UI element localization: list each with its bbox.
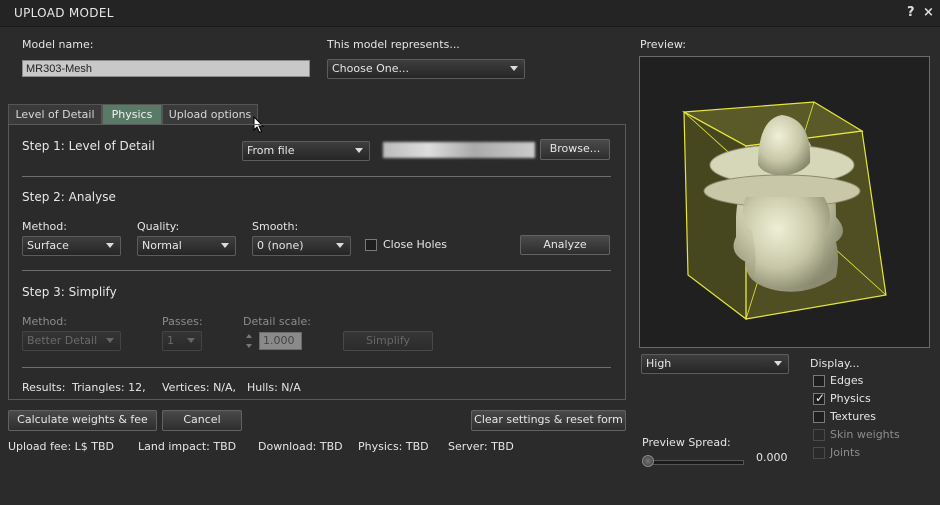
quality-value: Normal — [142, 239, 182, 252]
file-path-field[interactable] — [383, 142, 535, 158]
divider — [22, 270, 611, 271]
preview-lod-dropdown[interactable]: High — [641, 354, 789, 374]
model-represents-dropdown[interactable]: Choose One... — [327, 59, 525, 79]
model-represents-label: This model represents... — [327, 38, 460, 51]
display-label: Display... — [810, 357, 860, 370]
physics-weight: Physics: TBD — [358, 440, 429, 453]
textures-label: Textures — [830, 410, 876, 423]
lod-source-value: From file — [247, 144, 295, 157]
title-bar: UPLOAD MODEL ? × — [0, 0, 940, 27]
passes-label: Passes: — [162, 315, 203, 328]
simplify-method-dropdown[interactable]: Better Detail — [22, 331, 121, 351]
joints-checkbox[interactable] — [813, 447, 825, 459]
edges-label: Edges — [830, 374, 864, 387]
browse-button[interactable]: Browse... — [540, 139, 610, 160]
chevron-down-icon — [336, 243, 344, 248]
simplify-method-label: Method: — [22, 315, 67, 328]
checkmark-icon: ✓ — [815, 391, 826, 405]
results-label: Results: — [22, 381, 66, 394]
chevron-down-icon[interactable] — [246, 344, 252, 348]
chevron-down-icon — [355, 148, 363, 153]
quality-dropdown[interactable]: Normal — [137, 236, 236, 256]
calculate-weights-fee-button[interactable]: Calculate weights & fee — [8, 410, 157, 431]
results-hulls: Hulls: N/A — [247, 381, 301, 394]
chevron-down-icon — [106, 243, 114, 248]
preview-spread-slider-track[interactable] — [644, 460, 744, 465]
divider — [22, 176, 611, 177]
preview-spread-slider-thumb[interactable] — [642, 455, 654, 467]
tab-upload-options[interactable]: Upload options — [162, 104, 258, 125]
server-weight: Server: TBD — [448, 440, 514, 453]
tab-physics[interactable]: Physics — [102, 104, 162, 125]
joints-label: Joints — [830, 446, 861, 459]
lod-source-dropdown[interactable]: From file — [242, 141, 370, 161]
chevron-down-icon — [221, 243, 229, 248]
step1-title: Step 1: Level of Detail — [22, 139, 155, 153]
land-impact: Land impact: TBD — [138, 440, 237, 453]
quality-label: Quality: — [137, 220, 180, 233]
chevron-up-icon[interactable] — [246, 334, 252, 338]
passes-value: 1 — [167, 334, 174, 347]
model-name-input[interactable] — [22, 60, 310, 77]
smooth-value: 0 (none) — [257, 239, 304, 252]
physics-label: Physics — [830, 392, 871, 405]
help-icon[interactable]: ? — [907, 5, 915, 20]
upload-fee: Upload fee: L$ TBD — [8, 440, 115, 453]
download-weight: Download: TBD — [258, 440, 343, 453]
window-title: UPLOAD MODEL — [14, 6, 114, 20]
preview-label: Preview: — [640, 38, 686, 51]
results-vertices: Vertices: N/A, — [162, 381, 237, 394]
chevron-down-icon — [106, 338, 114, 343]
step3-title: Step 3: Simplify — [22, 285, 117, 299]
passes-dropdown[interactable]: 1 — [162, 331, 202, 351]
edges-checkbox[interactable] — [813, 375, 825, 387]
close-holes-label: Close Holes — [383, 238, 448, 251]
chevron-down-icon — [510, 66, 518, 71]
close-holes-checkbox[interactable] — [365, 239, 377, 251]
chevron-down-icon — [774, 361, 782, 366]
model-name-label: Model name: — [22, 38, 94, 51]
cancel-button[interactable]: Cancel — [162, 410, 242, 431]
close-icon[interactable]: × — [923, 5, 934, 20]
step2-title: Step 2: Analyse — [22, 190, 116, 204]
chevron-down-icon — [187, 338, 195, 343]
detail-scale-label: Detail scale: — [243, 315, 311, 328]
preview-lod-value: High — [646, 357, 672, 370]
detail-scale-spinner[interactable] — [243, 331, 257, 351]
analyse-method-dropdown[interactable]: Surface — [22, 236, 121, 256]
textures-checkbox[interactable] — [813, 411, 825, 423]
skin-weights-label: Skin weights — [830, 428, 900, 441]
preview-spread-value: 0.000 — [756, 451, 788, 464]
simplify-method-value: Better Detail — [27, 334, 98, 347]
simplify-button[interactable]: Simplify — [343, 331, 433, 351]
divider — [22, 367, 611, 368]
analyse-method-value: Surface — [27, 239, 69, 252]
analyze-button[interactable]: Analyze — [520, 235, 610, 255]
skin-weights-checkbox[interactable] — [813, 429, 825, 441]
clear-settings-reset-button[interactable]: Clear settings & reset form — [471, 410, 626, 431]
tab-level-of-detail[interactable]: Level of Detail — [8, 104, 102, 125]
analyse-method-label: Method: — [22, 220, 67, 233]
detail-scale-input[interactable]: 1.000 — [259, 332, 302, 350]
model-represents-value: Choose One... — [332, 62, 409, 75]
results-triangles: Triangles: 12, — [72, 381, 146, 394]
preview-spread-label: Preview Spread: — [642, 436, 731, 449]
physics-panel — [8, 124, 626, 400]
mesh-preview-render — [681, 101, 887, 321]
preview-viewport[interactable] — [639, 56, 930, 348]
smooth-label: Smooth: — [252, 220, 299, 233]
physics-checkbox[interactable]: ✓ — [813, 391, 826, 405]
smooth-dropdown[interactable]: 0 (none) — [252, 236, 351, 256]
